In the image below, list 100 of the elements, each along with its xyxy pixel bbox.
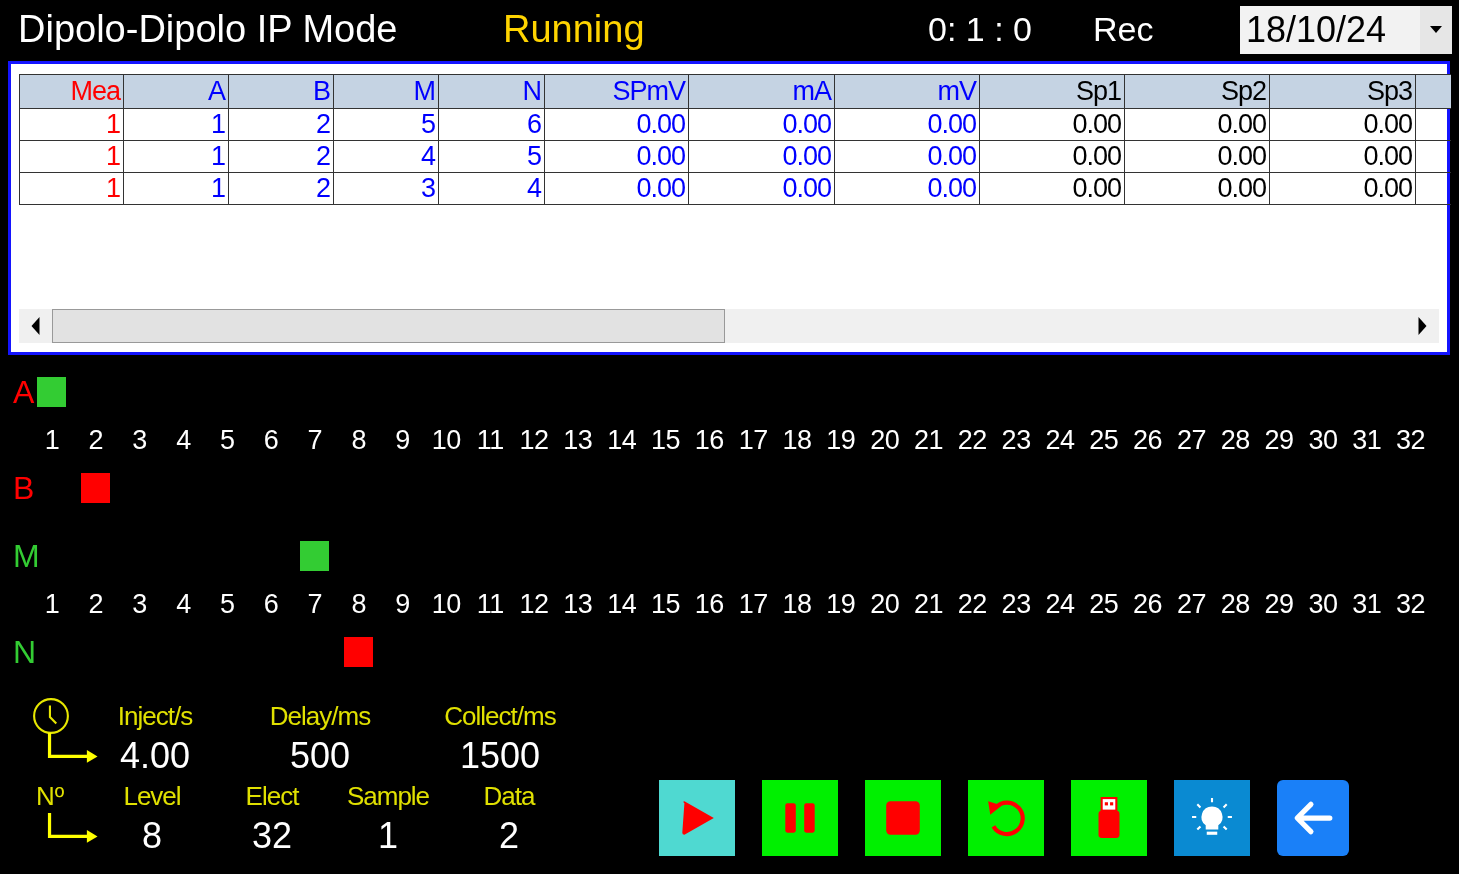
table-cell: 0.00 <box>979 140 1125 173</box>
parameter-label: Elect <box>245 780 299 812</box>
table-cell: 5 <box>438 140 545 173</box>
electrode-number: 9 <box>394 588 411 620</box>
electrode-number: 28 <box>1219 424 1251 456</box>
parameter-value: 1 <box>378 815 398 857</box>
clock-icon <box>32 697 70 735</box>
electrode-number: 32 <box>1395 424 1427 456</box>
electrode-number: 15 <box>650 588 682 620</box>
electrode-number: 8 <box>350 588 367 620</box>
light-button[interactable] <box>1174 780 1250 856</box>
electrode-number: 4 <box>175 424 192 456</box>
electrode-number: 3 <box>131 424 148 456</box>
electrode-number: 16 <box>693 588 725 620</box>
table-cell: 0.00 <box>1269 140 1416 173</box>
electrode-number: 25 <box>1088 424 1120 456</box>
table-cell: 2 <box>228 140 334 173</box>
caret-icon <box>1429 25 1443 35</box>
column-header: Mea <box>19 74 124 109</box>
electrode-label: N <box>12 633 33 671</box>
electrode-number: 6 <box>262 588 280 620</box>
electrode-number: 22 <box>956 588 988 620</box>
electrode-number: 17 <box>737 588 769 620</box>
electrode-number: 12 <box>518 424 550 456</box>
record-text: Rec <box>1093 10 1155 50</box>
table-cell: 3 <box>333 172 439 205</box>
table-cell: 4 <box>333 140 439 173</box>
electrode-number: 11 <box>475 588 505 620</box>
parameter-value: 32 <box>251 815 292 857</box>
table-cell: 1 <box>123 140 229 173</box>
electrode-number: 18 <box>781 424 813 456</box>
electrode-number: 13 <box>562 424 594 456</box>
date-dropdown[interactable]: 18/10/24 <box>1240 5 1452 54</box>
electrode-number: 21 <box>912 424 944 456</box>
electrode-number: 17 <box>737 424 769 456</box>
left-arrow-icon <box>31 317 40 335</box>
table-cell: 0.00 <box>544 140 689 173</box>
table-cell: 0.00 <box>688 172 835 205</box>
usb-button[interactable] <box>1071 780 1147 856</box>
electrode-number: 29 <box>1263 424 1295 456</box>
electrode-number: 4 <box>175 588 192 620</box>
table-cell: 5 <box>333 108 439 141</box>
electrode-number: 19 <box>825 424 857 456</box>
horizontal-scrollbar[interactable] <box>19 309 1439 343</box>
electrode-number: 18 <box>781 588 813 620</box>
electrode-number: 5 <box>218 588 236 620</box>
electrode-number: 23 <box>1000 424 1032 456</box>
play-button[interactable] <box>659 780 735 856</box>
electrode-number: 12 <box>518 588 550 620</box>
parameter-label: Data <box>483 780 535 812</box>
stop-button[interactable] <box>865 780 941 856</box>
electrode-number: 10 <box>430 588 462 620</box>
column-header: M <box>333 74 439 109</box>
electrode-number: 15 <box>650 424 682 456</box>
electrode-number: 8 <box>350 424 367 456</box>
electrode-number: 31 <box>1351 588 1383 620</box>
parameter-label: Inject/s <box>117 700 193 732</box>
table-cell: 0.00 <box>1269 172 1416 205</box>
electrode-number: 21 <box>912 588 944 620</box>
electrode-number: 7 <box>306 588 324 620</box>
electrode-number: 27 <box>1175 424 1207 456</box>
table-cell: 0.00 <box>834 140 980 173</box>
parameter-value: 4.00 <box>119 735 191 777</box>
column-header: Sp2 <box>1124 74 1270 109</box>
electrode-number: 19 <box>825 588 857 620</box>
electrode-number: 1 <box>43 588 61 620</box>
electrode-number: 5 <box>218 424 236 456</box>
column-header: A <box>123 74 229 109</box>
parameter-value: 8 <box>142 815 162 857</box>
table-cell: 0.00 <box>1269 108 1416 141</box>
electrode-number: 11 <box>475 424 505 456</box>
electrode-number: 2 <box>87 588 104 620</box>
electrode-number: 25 <box>1088 588 1120 620</box>
electrode-number: 24 <box>1044 424 1076 456</box>
back-button[interactable] <box>1277 780 1349 856</box>
electrode-number: 26 <box>1132 424 1164 456</box>
electrode-number: 6 <box>262 424 280 456</box>
electrode-number: 16 <box>693 424 725 456</box>
pause-button[interactable] <box>762 780 838 856</box>
table-cell: 0.00 <box>1124 172 1270 205</box>
reset-button[interactable] <box>968 780 1044 856</box>
parameter-label: Collect/ms <box>444 700 556 732</box>
electrode-number: 30 <box>1307 588 1339 620</box>
electrode-label: B <box>12 469 33 507</box>
table-cell: 4 <box>438 172 545 205</box>
electrode-number: 7 <box>306 424 324 456</box>
table-cell: 6 <box>438 108 545 141</box>
electrode-number: 1 <box>43 424 61 456</box>
electrode-number: 3 <box>131 588 148 620</box>
number-heading: Nº <box>35 780 65 812</box>
table-cell: 1 <box>123 172 229 205</box>
table-cell: 1 <box>19 140 124 173</box>
parameter-value: 500 <box>289 735 351 777</box>
table-cell: 0.00 <box>979 172 1125 205</box>
electrode-number: 20 <box>869 588 901 620</box>
scroll-thumb[interactable] <box>52 309 725 343</box>
column-header: N <box>438 74 545 109</box>
table-cell: 1 <box>19 108 124 141</box>
parameter-label: Sample <box>346 780 430 812</box>
table-cell: 0.00 <box>979 108 1125 141</box>
